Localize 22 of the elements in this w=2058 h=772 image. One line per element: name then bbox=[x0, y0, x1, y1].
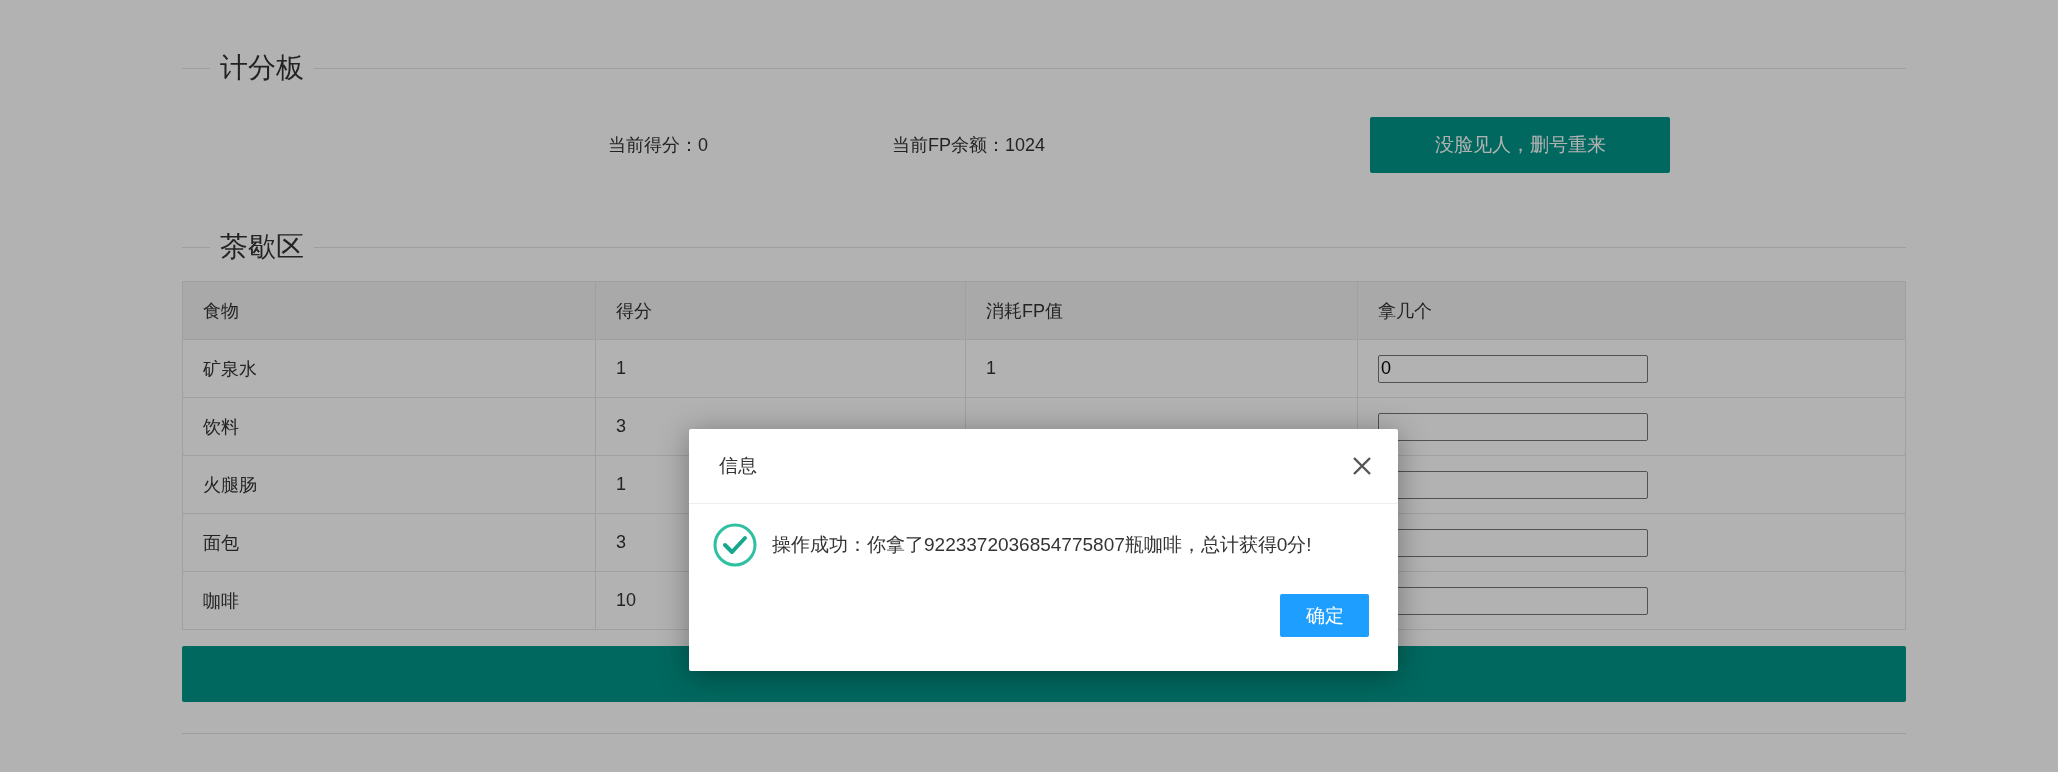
table-cell: 火腿肠 bbox=[182, 455, 596, 514]
section-title: 茶歇区 bbox=[219, 230, 305, 264]
check-circle-icon bbox=[712, 522, 758, 568]
column-header: 得分 bbox=[595, 281, 966, 340]
quantity-field[interactable]: 0 bbox=[1378, 354, 1648, 383]
quantity-field[interactable] bbox=[1378, 412, 1648, 441]
ok-button[interactable]: 确定 bbox=[1280, 594, 1369, 637]
table-cell: 1 bbox=[595, 339, 966, 398]
column-header: 消耗FP值 bbox=[965, 281, 1358, 340]
table-cell: 矿泉水 bbox=[182, 339, 596, 398]
table-cell: 饮料 bbox=[182, 397, 596, 456]
fp-balance: 当前FP余额：1024 bbox=[892, 134, 1047, 157]
close-icon[interactable] bbox=[1352, 456, 1372, 476]
table-cell: 1 bbox=[965, 339, 1358, 398]
reset-button[interactable]: 没脸见人，删号重来 bbox=[1370, 117, 1670, 173]
table-cell: 咖啡 bbox=[182, 571, 596, 630]
current-score: 当前得分：0 bbox=[608, 134, 709, 157]
dialog-title: 信息 bbox=[719, 454, 757, 478]
section-title: 计分板 bbox=[219, 51, 305, 85]
column-header: 拿几个 bbox=[1357, 281, 1906, 340]
column-header: 食物 bbox=[182, 281, 596, 340]
table-cell: 面包 bbox=[182, 513, 596, 572]
